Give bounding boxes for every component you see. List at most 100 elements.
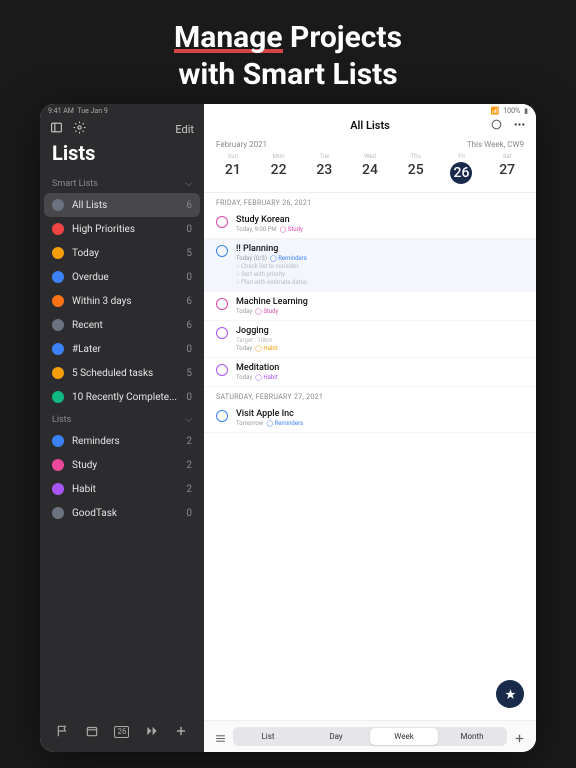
- task-row[interactable]: Study KoreanToday, 9:00 PM ◯ Study: [204, 210, 536, 239]
- status-bar-right: 📶100%▮: [204, 104, 536, 115]
- sidebar-item[interactable]: Study2: [40, 453, 204, 477]
- fast-forward-icon[interactable]: [145, 723, 159, 742]
- task-row[interactable]: MeditationToday ◯ Habit: [204, 358, 536, 387]
- gear-icon[interactable]: [73, 121, 86, 137]
- segment-option[interactable]: List: [234, 728, 302, 745]
- section-header[interactable]: Lists⌵: [40, 409, 204, 429]
- list-color-dot: [52, 367, 64, 379]
- list-count: 2: [186, 436, 192, 447]
- task-checkbox[interactable]: [216, 327, 228, 339]
- list-count: 0: [186, 224, 192, 235]
- status-bar: 9:41 AM Tue Jan 9: [40, 104, 204, 115]
- task-title: Meditation: [236, 363, 279, 373]
- list-label: Within 3 days: [72, 296, 178, 307]
- list-count: 2: [186, 484, 192, 495]
- fab-star[interactable]: [496, 680, 524, 708]
- day-cell[interactable]: Wed24: [347, 151, 393, 186]
- list-label: 10 Recently Complete...: [72, 392, 178, 403]
- promo-header: Manage Projects with Smart Lists: [0, 20, 576, 92]
- calendar-icon[interactable]: 26: [114, 726, 129, 738]
- day-cell[interactable]: Mon22: [256, 151, 302, 186]
- day-cell[interactable]: Thu25: [393, 151, 439, 186]
- task-title: Jogging: [236, 326, 278, 336]
- sidebar-bottom-toolbar: 26: [40, 713, 204, 752]
- segment-option[interactable]: Day: [302, 728, 370, 745]
- date-header: SATURDAY, FEBRUARY 27, 2021: [204, 387, 536, 404]
- sidebar-item[interactable]: Within 3 days 6: [40, 289, 204, 313]
- archive-icon[interactable]: [85, 723, 99, 742]
- sidebar-title: Lists: [40, 139, 204, 173]
- list-label: Today: [72, 248, 178, 259]
- task-title: Study Korean: [236, 215, 303, 225]
- list-label: All Lists: [72, 200, 178, 211]
- day-cell[interactable]: Tue23: [301, 151, 347, 186]
- refresh-icon[interactable]: [490, 116, 503, 135]
- day-cell[interactable]: Sat27: [484, 151, 530, 186]
- task-checkbox[interactable]: [216, 216, 228, 228]
- view-segment[interactable]: ListDayWeekMonth: [233, 727, 507, 746]
- sidebar-toggle-icon[interactable]: [50, 121, 63, 137]
- list-label: 5 Scheduled tasks: [72, 368, 178, 379]
- task-checkbox[interactable]: [216, 298, 228, 310]
- sidebar-item[interactable]: Reminders 2: [40, 429, 204, 453]
- sidebar-item[interactable]: Overdue0: [40, 265, 204, 289]
- week-strip: Sun21Mon22Tue23Wed24Thu25Fri26Sat27: [204, 149, 536, 193]
- list-label: Reminders: [72, 436, 178, 447]
- list-color-dot: [52, 271, 64, 283]
- date-header: FRIDAY, FEBRUARY 26, 2021: [204, 193, 536, 210]
- task-row[interactable]: Visit Apple IncTomorrow ◯ Reminders: [204, 404, 536, 433]
- sidebar-item[interactable]: High Priorities 0: [40, 217, 204, 241]
- menu-icon[interactable]: [214, 730, 227, 743]
- section-header[interactable]: Smart Lists⌵: [40, 173, 204, 193]
- list-count: 5: [186, 248, 192, 259]
- list-count: 0: [186, 392, 192, 403]
- task-title: !! Planning: [236, 244, 307, 254]
- list-color-dot: [52, 483, 64, 495]
- add-icon[interactable]: [174, 723, 188, 742]
- task-checkbox[interactable]: [216, 364, 228, 376]
- day-cell[interactable]: Sun21: [210, 151, 256, 186]
- task-row[interactable]: !! PlanningToday (0/3) ◯ Reminders○ Chec…: [204, 239, 536, 292]
- add-task-icon[interactable]: [513, 730, 526, 743]
- list-color-dot: [52, 391, 64, 403]
- week-label: This Week, CW9: [467, 140, 524, 149]
- list-label: Overdue: [72, 272, 178, 283]
- task-row[interactable]: JoggingTarget : 10kmToday ◯ Habit: [204, 321, 536, 358]
- list-color-dot: [52, 343, 64, 355]
- list-count: 0: [186, 508, 192, 519]
- segment-option[interactable]: Month: [438, 728, 506, 745]
- list-count: 0: [186, 344, 192, 355]
- list-color-dot: [52, 459, 64, 471]
- list-color-dot: [52, 507, 64, 519]
- sidebar-item[interactable]: 10 Recently Complete... 0: [40, 385, 204, 409]
- device-frame: 9:41 AM Tue Jan 9 Edit Lists Smart Lists…: [40, 104, 536, 752]
- more-icon[interactable]: [513, 116, 526, 135]
- task-checkbox[interactable]: [216, 245, 228, 257]
- sidebar-item[interactable]: All Lists 6: [44, 193, 200, 217]
- list-count: 6: [186, 200, 192, 211]
- list-color-dot: [52, 295, 64, 307]
- sidebar-item[interactable]: #Later0: [40, 337, 204, 361]
- list-color-dot: [52, 435, 64, 447]
- sidebar: 9:41 AM Tue Jan 9 Edit Lists Smart Lists…: [40, 104, 204, 752]
- sidebar-item[interactable]: GoodTask0: [40, 501, 204, 525]
- task-title: Machine Learning: [236, 297, 308, 307]
- list-label: Habit: [72, 484, 178, 495]
- main-panel: 📶100%▮ All Lists February 2021 This Week…: [204, 104, 536, 752]
- day-cell[interactable]: Fri26: [439, 151, 485, 186]
- list-count: 6: [186, 296, 192, 307]
- task-checkbox[interactable]: [216, 410, 228, 422]
- edit-button[interactable]: Edit: [175, 123, 194, 136]
- list-color-dot: [52, 247, 64, 259]
- list-color-dot: [52, 223, 64, 235]
- list-label: High Priorities: [72, 224, 178, 235]
- sidebar-item[interactable]: Habit 2: [40, 477, 204, 501]
- list-color-dot: [52, 319, 64, 331]
- task-row[interactable]: Machine LearningToday ◯ Study: [204, 292, 536, 321]
- promo-highlight: Manage: [174, 20, 283, 55]
- sidebar-item[interactable]: Today 5: [40, 241, 204, 265]
- sidebar-item[interactable]: Recent6: [40, 313, 204, 337]
- segment-option[interactable]: Week: [370, 728, 438, 745]
- flag-icon[interactable]: [56, 723, 70, 742]
- sidebar-item[interactable]: 5 Scheduled tasks5: [40, 361, 204, 385]
